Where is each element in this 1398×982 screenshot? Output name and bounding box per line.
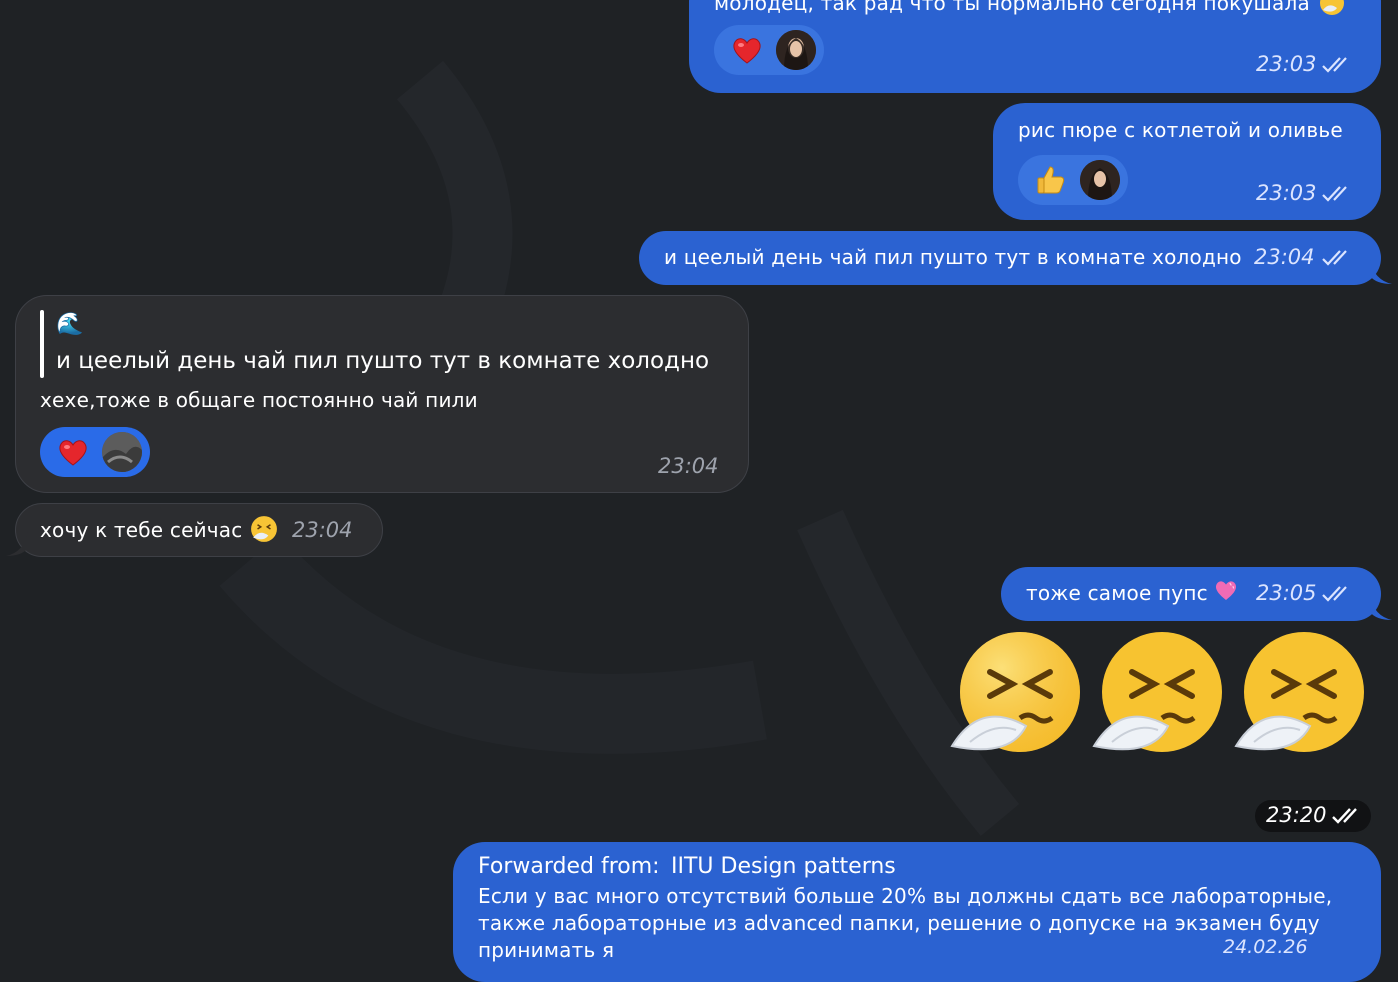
double-check-icon — [1332, 808, 1357, 824]
time-pill: 23:20 — [1255, 800, 1371, 832]
bubble-tail — [6, 532, 28, 556]
message-text: хехе,тоже в общаге постоянно чай пили — [40, 388, 478, 412]
avatar — [102, 432, 142, 472]
reply-quote[interactable]: 🌊 и цеелый день чай пил пушто тут в комн… — [40, 310, 730, 378]
message-time: 23:03 — [1256, 52, 1317, 76]
heart-icon — [59, 440, 87, 466]
pink-heart-icon — [1215, 581, 1237, 600]
message-outgoing[interactable]: молодец, так рад что ты нормально сегодн… — [689, 0, 1381, 93]
message-time: 23:04 — [292, 518, 353, 542]
reaction-badge[interactable] — [714, 25, 824, 75]
bubble-tail — [1370, 260, 1392, 284]
message-outgoing[interactable]: рис пюре с котлетой и оливье 23:03 — [993, 103, 1381, 220]
forwarded-source[interactable]: IITU Design patterns — [671, 854, 896, 879]
message-time: 23:20 — [1266, 803, 1327, 827]
message-outgoing[interactable]: и цеелый день чай пил пушто тут в комнат… — [639, 231, 1381, 285]
message-text: рис пюре с котлетой и оливье — [1018, 118, 1343, 142]
double-check-icon — [1322, 250, 1347, 266]
message-time: 23:05 — [1256, 581, 1317, 605]
sneezing-face-icon — [1234, 632, 1364, 752]
message-incoming[interactable]: 🌊 и цеелый день чай пил пушто тут в комн… — [15, 295, 749, 493]
quote-emoji: 🌊 — [56, 312, 84, 337]
emoji-message[interactable] — [950, 630, 1370, 760]
bubble-tail — [1370, 596, 1392, 620]
forwarded-message[interactable]: Forwarded from: IITU Design patterns Есл… — [453, 842, 1381, 982]
message-incoming[interactable]: хочу к тебе сейчас 23:04 — [15, 503, 383, 557]
sneezing-face-icon — [1092, 632, 1222, 752]
message-time: 24.02.26 — [1223, 936, 1308, 958]
reaction-badge[interactable] — [1018, 155, 1128, 205]
message-time: 23:03 — [1256, 181, 1317, 205]
thumbs-up-icon — [1037, 166, 1065, 194]
message-text: молодец, так рад что ты нормально сегодн… — [714, 0, 1310, 15]
message-text-line: также лабораторные из advanced папки, ре… — [478, 911, 1320, 935]
message-text-line: принимать я — [478, 938, 615, 962]
quote-text: и цеелый день чай пил пушто тут в комнат… — [56, 348, 710, 374]
message-time: 23:04 — [1254, 245, 1315, 269]
sneezing-face-icon — [251, 516, 277, 542]
double-check-icon — [1322, 57, 1347, 73]
sneezing-face-icon — [1320, 0, 1344, 15]
reaction-badge[interactable] — [40, 427, 150, 477]
message-outgoing[interactable]: тоже самое пупс 23:05 — [1001, 567, 1381, 621]
message-time: 23:04 — [658, 454, 719, 478]
forwarded-label: Forwarded from: — [478, 854, 660, 879]
heart-icon — [733, 38, 761, 64]
sneezing-face-icon — [950, 632, 1080, 752]
quote-bar — [40, 310, 44, 378]
message-text: и цеелый день чай пил пушто тут в комнат… — [664, 245, 1242, 269]
double-check-icon — [1322, 186, 1347, 202]
message-text: тоже самое пупс — [1026, 581, 1208, 605]
avatar — [1080, 160, 1120, 200]
double-check-icon — [1322, 586, 1347, 602]
message-text-line: Если у вас много отсутствий больше 20% в… — [478, 884, 1333, 908]
avatar — [776, 30, 816, 70]
message-text: хочу к тебе сейчас — [40, 518, 243, 542]
